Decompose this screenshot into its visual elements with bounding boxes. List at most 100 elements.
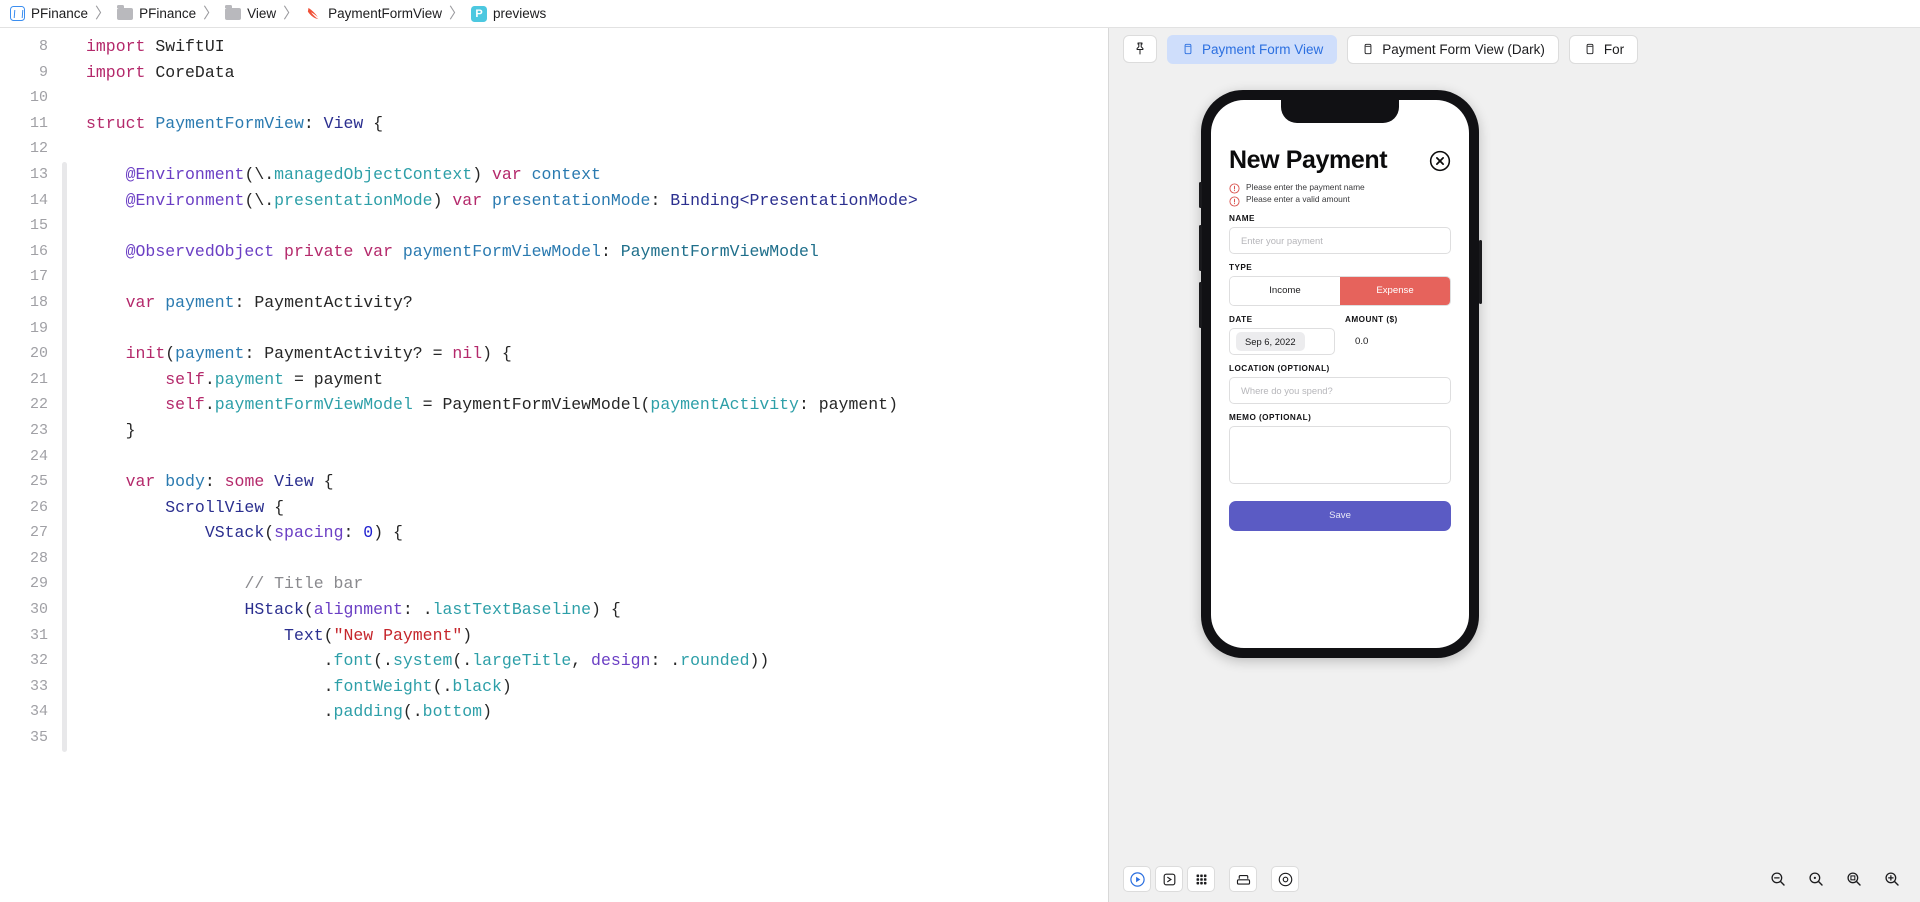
line-number: 10 bbox=[29, 89, 48, 107]
code-token: @ObservedObject bbox=[125, 241, 275, 261]
breadcrumb-item-group[interactable]: PFinance bbox=[117, 5, 196, 21]
code-line[interactable]: VStack(spacing: 0) { bbox=[86, 520, 1108, 546]
preview-tab-form[interactable]: For bbox=[1568, 34, 1639, 64]
code-line[interactable] bbox=[86, 264, 1108, 290]
code-token: . bbox=[86, 702, 334, 722]
amount-input[interactable]: 0.0 bbox=[1345, 327, 1451, 355]
play-preview-button[interactable] bbox=[1123, 866, 1151, 892]
code-text[interactable]: import SwiftUI import CoreData struct Pay… bbox=[70, 28, 1108, 902]
breadcrumb-item-file[interactable]: PaymentFormView bbox=[305, 6, 442, 21]
live-preview-button[interactable] bbox=[1155, 866, 1183, 892]
breadcrumb-separator-icon: 〉 bbox=[283, 5, 299, 22]
code-line[interactable] bbox=[86, 444, 1108, 470]
device-mute-switch bbox=[1198, 182, 1202, 208]
zoom-out-button[interactable] bbox=[1764, 866, 1792, 892]
memo-input[interactable] bbox=[1229, 425, 1451, 484]
code-line[interactable] bbox=[86, 213, 1108, 239]
code-token: import bbox=[86, 37, 146, 56]
code-token: // Title bar bbox=[244, 574, 364, 594]
device-settings-button[interactable] bbox=[1229, 866, 1257, 892]
preview-icon: P bbox=[470, 5, 487, 22]
breadcrumb-item-project[interactable]: PFinance bbox=[10, 6, 88, 21]
code-token: Binding<PresentationMode> bbox=[670, 190, 918, 210]
type-option-expense[interactable]: Expense bbox=[1340, 276, 1450, 305]
preview-tab-payment-form-view-dark[interactable]: Payment Form View (Dark) bbox=[1347, 34, 1559, 64]
code-line[interactable]: var body: some View { bbox=[86, 469, 1108, 495]
save-button[interactable]: Save bbox=[1229, 500, 1451, 531]
info-circle-icon bbox=[1229, 181, 1240, 194]
variants-button[interactable] bbox=[1187, 866, 1215, 892]
name-input[interactable]: Enter your payment bbox=[1229, 226, 1451, 254]
device-screen[interactable]: New Payment Please enter the payment nam… bbox=[1211, 100, 1469, 648]
code-token: system bbox=[392, 651, 453, 671]
code-line[interactable]: struct PaymentFormView: View { bbox=[86, 111, 1108, 137]
type-segmented-control[interactable]: Income Expense bbox=[1229, 275, 1451, 306]
validation-error-row: Please enter the payment name bbox=[1229, 181, 1451, 194]
zoom-reset-button[interactable] bbox=[1802, 866, 1830, 892]
code-token: var bbox=[125, 472, 156, 492]
location-input[interactable]: Where do you spend? bbox=[1229, 376, 1451, 404]
app-icon bbox=[10, 6, 25, 21]
code-line[interactable] bbox=[86, 85, 1108, 111]
line-number: 8 bbox=[38, 38, 48, 55]
code-line[interactable]: import SwiftUI bbox=[86, 34, 1108, 60]
code-token: ) { bbox=[482, 344, 512, 364]
code-line[interactable] bbox=[86, 546, 1108, 572]
code-token: ) bbox=[501, 676, 512, 696]
code-line[interactable]: ScrollView { bbox=[86, 495, 1108, 521]
zoom-fit-button[interactable] bbox=[1840, 866, 1868, 892]
code-line[interactable]: @Environment(\.presentationMode) var pre… bbox=[86, 188, 1108, 214]
source-editor[interactable]: 8 9 10 11 12 13 14 15 16 17 18 19 20 21 22 23 24 25 26 27 28… bbox=[0, 28, 1108, 902]
breadcrumb-item-view-folder[interactable]: View bbox=[225, 5, 276, 21]
code-token: body bbox=[165, 472, 205, 492]
code-line[interactable]: @ObservedObject private var paymentFormV… bbox=[86, 239, 1108, 265]
line-number: 27 bbox=[29, 524, 48, 542]
code-line[interactable]: .padding(.bottom) bbox=[86, 699, 1108, 725]
code-line[interactable]: import CoreData bbox=[86, 60, 1108, 86]
code-line[interactable] bbox=[86, 725, 1108, 751]
preview-tab-payment-form-view[interactable]: Payment Form View bbox=[1167, 34, 1338, 64]
line-number: 32 bbox=[29, 652, 48, 670]
code-token: bottom bbox=[422, 702, 483, 722]
zoom-fit-icon bbox=[1847, 872, 1861, 886]
preview-device[interactable]: New Payment Please enter the payment nam… bbox=[1198, 90, 1482, 658]
code-line[interactable]: var payment: PaymentActivity? bbox=[86, 290, 1108, 316]
line-number: 29 bbox=[29, 575, 48, 593]
line-number: 11 bbox=[29, 114, 48, 132]
code-line[interactable]: @Environment(\.managedObjectContext) var… bbox=[86, 162, 1108, 188]
validation-errors: Please enter the payment name Please ent… bbox=[1229, 181, 1451, 207]
code-line[interactable]: .font(.system(.largeTitle, design: .roun… bbox=[86, 648, 1108, 674]
code-line[interactable]: self.paymentFormViewModel = PaymentFormV… bbox=[86, 392, 1108, 418]
code-line[interactable]: self.payment = payment bbox=[86, 367, 1108, 393]
type-option-income[interactable]: Income bbox=[1230, 276, 1340, 305]
code-token: (. bbox=[402, 702, 423, 722]
breadcrumb-item-symbol[interactable]: P previews bbox=[470, 5, 546, 22]
code-line[interactable]: Text("New Payment") bbox=[86, 623, 1108, 649]
code-token: font bbox=[333, 651, 374, 671]
code-fold-rail[interactable] bbox=[60, 28, 70, 902]
date-value[interactable]: Sep 6, 2022 bbox=[1236, 331, 1305, 351]
preview-canvas[interactable]: Payment Form View Payment Form View (Dar… bbox=[1108, 28, 1920, 902]
breadcrumb-separator-icon: 〉 bbox=[203, 5, 219, 22]
code-line[interactable]: init(payment: PaymentActivity? = nil) { bbox=[86, 341, 1108, 367]
play-circle-icon bbox=[1129, 871, 1145, 887]
code-token: : bbox=[600, 241, 621, 261]
code-line[interactable]: } bbox=[86, 418, 1108, 444]
line-number: 26 bbox=[29, 498, 48, 516]
code-line[interactable] bbox=[86, 316, 1108, 342]
code-line[interactable]: // Title bar bbox=[86, 571, 1108, 597]
code-line[interactable] bbox=[86, 136, 1108, 162]
pin-preview-button[interactable] bbox=[1123, 35, 1157, 63]
zoom-in-button[interactable] bbox=[1878, 866, 1906, 892]
amount-field-label: AMOUNT ($) bbox=[1345, 314, 1398, 324]
code-line[interactable]: HStack(alignment: .lastTextBaseline) { bbox=[86, 597, 1108, 623]
code-line[interactable]: .fontWeight(.black) bbox=[86, 674, 1108, 700]
inspect-button[interactable] bbox=[1271, 866, 1299, 892]
date-picker[interactable]: Sep 6, 2022 bbox=[1229, 327, 1335, 355]
close-circle-icon[interactable] bbox=[1429, 150, 1451, 172]
